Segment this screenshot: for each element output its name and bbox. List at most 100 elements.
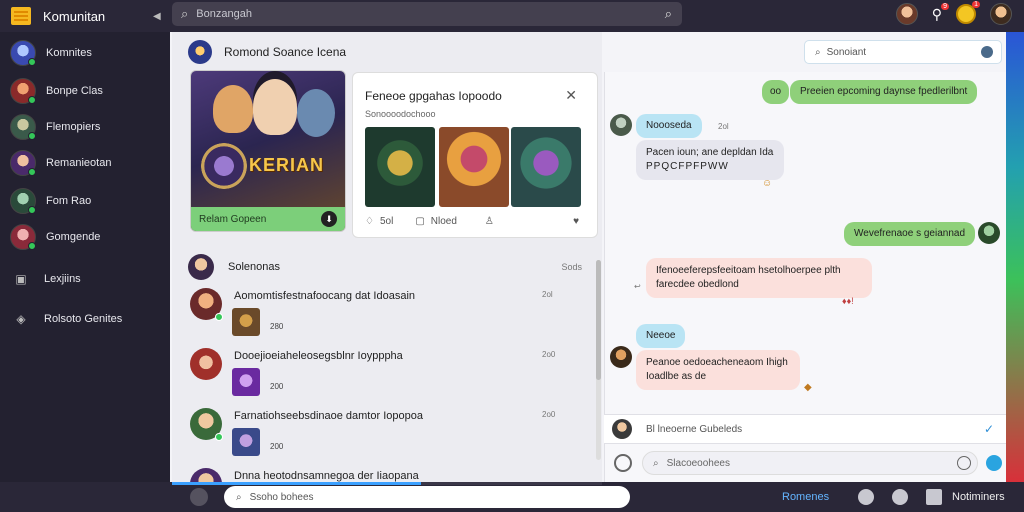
sidebar-item-label: Lexjiins — [44, 273, 81, 285]
thumbnail-image[interactable] — [511, 127, 581, 207]
poster-avatar[interactable] — [190, 408, 223, 441]
search-icon: ⌕ — [236, 491, 242, 503]
chat-message: Ifenoeeferepsfeeitoam hsetolhoerpee plth — [656, 265, 841, 276]
sidebar-item-remanieotan[interactable]: Remanieotan — [10, 150, 111, 176]
chat-message[interactable]: Neeoe — [636, 324, 686, 348]
sidebar-item-lexjiins[interactable]: ▣ Lexjiins — [10, 272, 81, 286]
game-card-footer[interactable]: Relam Gopeen ⬇ — [191, 207, 345, 231]
room-avatar[interactable] — [188, 40, 212, 64]
chat-message[interactable]: Noooseda — [636, 114, 702, 138]
check-icon[interactable]: ✓ — [984, 422, 994, 436]
post-time: 2ol — [542, 290, 553, 299]
post-preview-popup: Feneoe gpgahas Iopoodo Sonoooodochooo ✕ … — [352, 72, 598, 238]
chat-message-block[interactable]: Peanoe oedoeacheneaom Ihigh Ioadlbe as d… — [636, 350, 800, 390]
search-icon: ⌕ — [653, 457, 659, 469]
thumbnail-image[interactable] — [439, 127, 509, 207]
notifications-link[interactable]: Notiminers — [952, 491, 1005, 503]
hero-art — [253, 79, 297, 135]
thumbnail-image[interactable] — [365, 127, 435, 207]
top-search-input[interactable]: Bonzangah — [196, 8, 664, 20]
chat-message-block[interactable]: Pacen ioun; ane depldan Ida PPQCFPFPWW — [636, 140, 784, 180]
reply-icon[interactable]: ↩ — [634, 282, 641, 291]
collapse-arrow-icon[interactable]: ◀ — [153, 11, 161, 22]
community-avatar — [10, 78, 36, 104]
top-search-bar[interactable]: ⌕ Bonzangah ⌕ — [172, 2, 682, 26]
chat-message-block[interactable]: Ifenoeeferepsfeeitoam hsetolhoerpee plth… — [646, 258, 872, 298]
reply-label[interactable]: Nloed — [431, 216, 457, 227]
my-avatar[interactable] — [978, 222, 1000, 244]
user-icon[interactable]: ♙ — [485, 216, 494, 227]
reply-context-text: Bl lneoerne Gubeleds — [646, 423, 743, 435]
community-avatar — [10, 114, 36, 140]
download-icon[interactable]: ⬇ — [321, 211, 337, 227]
close-icon[interactable]: ✕ — [565, 87, 577, 104]
post-text: Dnna heotodnsamnegoa der Iiaopana — [234, 470, 419, 482]
send-button[interactable] — [986, 455, 1002, 471]
briefcase-icon[interactable] — [926, 489, 942, 505]
reply-context-row[interactable]: Bl lneoerne Gubeleds ✓ — [604, 414, 1006, 444]
shield-icon: ◈ — [16, 312, 26, 326]
sidebar-item-bonpe-clas[interactable]: Bonpe Clas — [10, 78, 103, 104]
reaction-hearts-icon[interactable]: ♦♦! — [842, 296, 854, 306]
sender-avatar[interactable] — [610, 114, 632, 136]
bottom-search-input[interactable]: Ssoho bohees — [250, 492, 314, 503]
list-item[interactable]: Farnatiohseebsdinaoe damtor Iopopoa 2o0 … — [190, 408, 570, 464]
sidebar-item-komnites[interactable]: Komnites — [10, 40, 92, 66]
search-magnifier-icon[interactable]: ⌕ — [665, 6, 672, 22]
list-item[interactable]: Dooejioeiaheleosegsblnr Ioypppha 2o0 200 — [190, 348, 570, 404]
globe-icon[interactable] — [981, 46, 993, 58]
feed-scrollbar[interactable] — [596, 260, 601, 460]
sidebar-item-gomgende[interactable]: Gomgende — [10, 224, 100, 250]
sidebar-item-flemopiers[interactable]: Flemopiers — [10, 114, 100, 140]
loading-progress-bar — [172, 482, 602, 485]
game-card[interactable]: KERIAN Relam Gopeen ⬇ — [190, 70, 346, 232]
chat-message[interactable]: Preeien epcoming daynse fpedlerilbnt — [790, 80, 978, 104]
bottom-search-bar[interactable]: ⌕ Ssoho bohees — [224, 486, 630, 508]
chat-message: farecdee obedlond — [656, 279, 739, 290]
scrollbar-thumb[interactable] — [596, 260, 601, 380]
menu-icon[interactable] — [11, 7, 31, 25]
list-item[interactable]: Dnna heotodnsamnegoa der Iiaopana — [190, 468, 570, 482]
settings-icon[interactable] — [892, 489, 908, 505]
user-avatar[interactable] — [990, 3, 1012, 25]
post-thumbnail[interactable] — [232, 308, 260, 336]
comment-icon[interactable]: ▢ — [415, 216, 424, 227]
like-icon[interactable]: ♢ — [365, 216, 374, 227]
emoji-icon[interactable] — [957, 456, 971, 470]
sticker-icon[interactable]: ◆ — [804, 382, 812, 393]
post-thumbnail[interactable] — [232, 368, 260, 396]
online-indicator — [215, 433, 223, 441]
clock-icon[interactable] — [858, 489, 874, 505]
sidebar-item-label: Komnites — [46, 47, 92, 59]
chat-message[interactable]: Wevefrenaoe s geiannad — [844, 222, 976, 246]
post-thumbnail[interactable] — [232, 428, 260, 456]
sidebar-item-rolsoto-genites[interactable]: ◈ Rolsoto Genites — [10, 312, 122, 326]
coin-icon[interactable]: 1 — [956, 1, 980, 24]
message-reaction-bubble[interactable]: oo — [762, 80, 790, 104]
poster-avatar[interactable] — [190, 288, 223, 321]
top-bar: Komunitan ◀ ⌕ Bonzangah ⌕ ⚲ 9 1 — [0, 0, 1024, 32]
chat-search-bar[interactable]: ⌕ Sonoiant — [804, 40, 1002, 64]
chat-search-input[interactable]: Sonoiant — [827, 47, 866, 58]
emoji-reaction-icon[interactable]: ☺ — [762, 178, 772, 189]
friend-avatar[interactable] — [895, 3, 918, 25]
coin-badge: 1 — [972, 1, 980, 8]
message-input[interactable]: ⌕ Slacoeoohees — [642, 451, 978, 475]
sidebar-item-label: Bonpe Clas — [46, 85, 103, 97]
poster-avatar[interactable] — [190, 348, 222, 380]
popup-title: Feneoe gpgahas Iopoodo — [365, 89, 502, 103]
section-avatar[interactable] — [188, 254, 214, 280]
poster-avatar[interactable] — [190, 468, 222, 482]
chat-message: Pacen ioun; ane depldan Ida — [646, 147, 774, 158]
game-title: KERIAN — [249, 155, 325, 175]
sidebar-item-fom-rao[interactable]: Fom Rao — [10, 188, 91, 214]
room-title: Romond Soance Icena — [224, 45, 347, 59]
microphone-icon[interactable] — [614, 454, 632, 472]
sender-avatar[interactable] — [610, 346, 632, 368]
list-item[interactable]: Aomomtisfestnafoocang dat Idoasain 2ol 2… — [190, 288, 570, 344]
lock-icon[interactable] — [190, 488, 208, 506]
heart-icon[interactable]: ♥ — [573, 216, 579, 227]
section-action[interactable]: Sods — [561, 262, 582, 272]
bottom-link[interactable]: Romenes — [782, 491, 829, 503]
notification-icon[interactable]: ⚲ 9 — [932, 2, 949, 23]
